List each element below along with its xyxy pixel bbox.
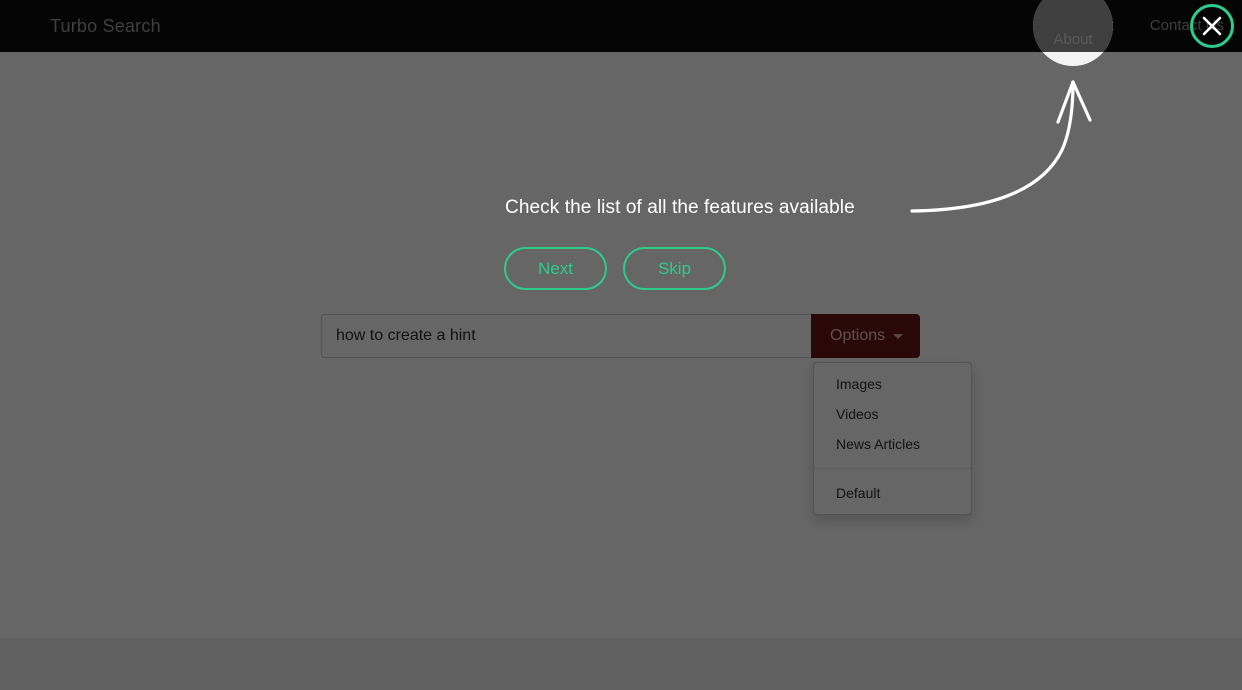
hint-next-button[interactable]: Next bbox=[504, 247, 607, 290]
close-icon[interactable] bbox=[1190, 4, 1234, 48]
hint-buttons: Next Skip bbox=[504, 247, 726, 290]
hint-text: Check the list of all the features avail… bbox=[505, 197, 855, 218]
hint-layer: Check the list of all the features avail… bbox=[0, 0, 1242, 690]
curved-arrow-icon bbox=[910, 80, 1092, 213]
app-root: Turbo Search About Contact Us Options Im… bbox=[0, 0, 1242, 690]
hint-skip-button[interactable]: Skip bbox=[623, 247, 726, 290]
